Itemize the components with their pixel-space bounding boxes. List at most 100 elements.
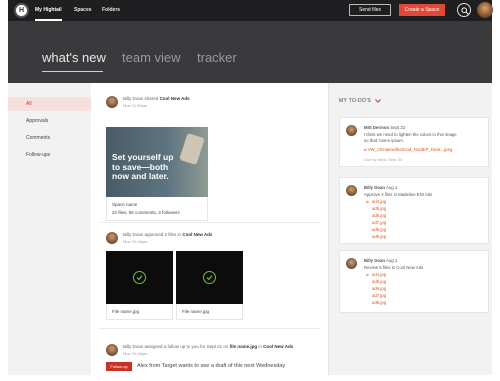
create-space-button[interactable]: Create a Space (399, 4, 445, 16)
action-text: in (258, 344, 262, 349)
search-button[interactable] (457, 3, 471, 17)
file-link-text: VW_Climatewithe0ood_NonBIP_Desk...jpeg (367, 147, 453, 152)
todo-meta: Billy Doan Aug 1 (364, 185, 397, 190)
todo-comment: so that: lorem ipsum. (364, 138, 404, 143)
user-name[interactable]: Billy Doan (123, 344, 143, 349)
space-link[interactable]: Cool New Ads (160, 96, 190, 101)
todo-comment: I think we need to lighten the colors in… (364, 132, 457, 137)
user-name: Billy Doan (364, 258, 386, 263)
space-link[interactable]: Cool New Ads (182, 232, 212, 237)
file-link[interactable]: ad9.jpg (372, 234, 386, 239)
avatar (106, 344, 118, 356)
filter-sidebar: All Approvals Comments Follow-ups (8, 83, 91, 375)
checkmark-icon (206, 275, 213, 281)
file-name[interactable]: File name.jpg (106, 304, 173, 320)
file-link[interactable]: ad4.jpg (372, 199, 386, 204)
tab-team-view[interactable]: team view (122, 50, 181, 65)
file-thumbnail[interactable] (176, 251, 243, 304)
file-link[interactable]: ad8.jpg (372, 300, 386, 305)
todo-date: Sept 22 (390, 125, 406, 130)
file-link[interactable]: ad6.jpg (372, 213, 386, 218)
search-icon (461, 7, 469, 15)
avatar (106, 232, 118, 244)
space-info: Space name 22 files, 55 comments, 3 foll… (106, 197, 208, 221)
file-name[interactable]: File name.jpg (176, 304, 243, 320)
due-date: Due by Wed, Sept 30 (364, 157, 402, 162)
action-text: approved 2 files in (144, 232, 182, 237)
hero-header: what's new team view tracker (8, 21, 492, 83)
action-text: shared (144, 96, 159, 101)
todo-date: Aug 1 (385, 185, 398, 190)
todo-meta: Mitt Dermon Sept 22 (364, 125, 405, 130)
phone-image (179, 132, 205, 166)
file-link[interactable]: ad7.jpg (372, 293, 386, 298)
timestamp: Mon 10:45pm (123, 239, 148, 244)
hightail-logo[interactable]: H (14, 3, 29, 18)
follow-up-message: Alex from Target wants to see a draft of… (137, 363, 286, 369)
paperclip-icon: ⌀ (366, 272, 369, 277)
avatar (346, 258, 357, 269)
todo-title: MY TO-DO'S (339, 98, 372, 104)
avatar (106, 96, 118, 108)
todo-item[interactable]: Billy Doan Aug 1 Review 5 files in Cool … (339, 250, 489, 313)
activity-feed: Billy Doan shared Cool New Ads Mon 11:30… (91, 83, 328, 381)
todo-header[interactable]: MY TO-DO'S (339, 98, 381, 104)
file-link[interactable]: ad5.jpg (372, 206, 386, 211)
file-link[interactable]: ad7.jpg (372, 220, 386, 225)
approved-check (133, 271, 146, 284)
file-link[interactable]: ad6.jpg (372, 286, 386, 291)
space-name[interactable]: Space name (112, 202, 137, 207)
file-thumbnail[interactable] (106, 251, 173, 304)
tab-whats-new[interactable]: what's new (42, 50, 106, 65)
filter-comments[interactable]: Comments (8, 131, 91, 145)
todo-item[interactable]: Billy Doan Aug 1 Approve 4 files in Made… (339, 177, 489, 244)
nav-spaces[interactable]: Spaces (74, 0, 92, 21)
feed-item-meta: Billy Doan assigned a follow up to you f… (123, 344, 293, 349)
file-link[interactable]: ⌀ VW_Climatewithe0ood_NonBIP_Desk...jpeg (364, 147, 452, 153)
tab-tracker[interactable]: tracker (197, 50, 237, 65)
user-name: Billy Doan (364, 185, 386, 190)
timestamp: Mon 11:30pm (123, 103, 148, 108)
user-name: Mitt Dermon (364, 125, 390, 130)
avatar (346, 185, 357, 196)
active-tab-underline (42, 71, 103, 72)
filter-all[interactable]: All (8, 97, 91, 111)
action-text: assigned a follow up to you for Sept 21 … (144, 344, 229, 349)
feed-item-follow-up: Billy Doan assigned a follow up to you f… (99, 341, 321, 381)
approved-check (203, 271, 216, 284)
user-name[interactable]: Billy Doan (123, 96, 143, 101)
todo-date: Aug 1 (385, 258, 398, 263)
follow-up-badge: Follow-up (106, 362, 132, 371)
space-stats: 22 files, 55 comments, 3 followers (112, 210, 180, 215)
todo-task: Review 5 files in Cool New Ads (364, 265, 424, 270)
feed-item-shared: Billy Doan shared Cool New Ads Mon 11:30… (99, 93, 321, 223)
promo-text: Set yourself up to save—both now and lat… (112, 152, 174, 181)
send-files-button[interactable]: Send files (349, 4, 391, 16)
checkmark-icon (136, 275, 143, 281)
filter-approvals[interactable]: Approvals (8, 114, 91, 128)
paperclip-icon: ⌀ (364, 147, 367, 152)
feed-item-meta: Billy Doan shared Cool New Ads (123, 96, 190, 101)
file-link[interactable]: ad5.jpg (372, 279, 386, 284)
todo-item[interactable]: Mitt Dermon Sept 22 I think we need to l… (339, 117, 489, 167)
todo-panel: MY TO-DO'S Mitt Dermon Sept 22 I think w… (329, 83, 492, 375)
chevron-down-icon (374, 98, 381, 103)
timestamp: Mon 10:45pm (123, 351, 148, 356)
paperclip-icon: ⌀ (366, 199, 369, 204)
space-thumbnail[interactable]: Set yourself up to save—both now and lat… (106, 127, 208, 197)
todo-meta: Billy Doan Aug 1 (364, 258, 397, 263)
todo-task: Approve 4 files in Madeline ENI Ads (364, 192, 433, 197)
avatar (346, 125, 357, 136)
file-link[interactable]: ad4.jpg (372, 272, 386, 277)
file-link[interactable]: ad8.jpg (372, 227, 386, 232)
user-avatar[interactable] (477, 2, 493, 18)
feed-item-approved: Billy Doan approved 2 files in Cool New … (99, 229, 321, 329)
feed-item-meta: Billy Doan approved 2 files in Cool New … (123, 232, 212, 237)
filter-follow-ups[interactable]: Follow-ups (8, 148, 91, 162)
nav-folders[interactable]: Folders (102, 0, 120, 21)
top-bar: H My Hightail Spaces Folders Send files … (8, 0, 493, 21)
space-link[interactable]: Cool New Ads (263, 344, 293, 349)
nav-my-hightail[interactable]: My Hightail (35, 0, 62, 21)
user-name[interactable]: Billy Doan (123, 232, 143, 237)
file-link[interactable]: file name.jpg (230, 344, 258, 349)
